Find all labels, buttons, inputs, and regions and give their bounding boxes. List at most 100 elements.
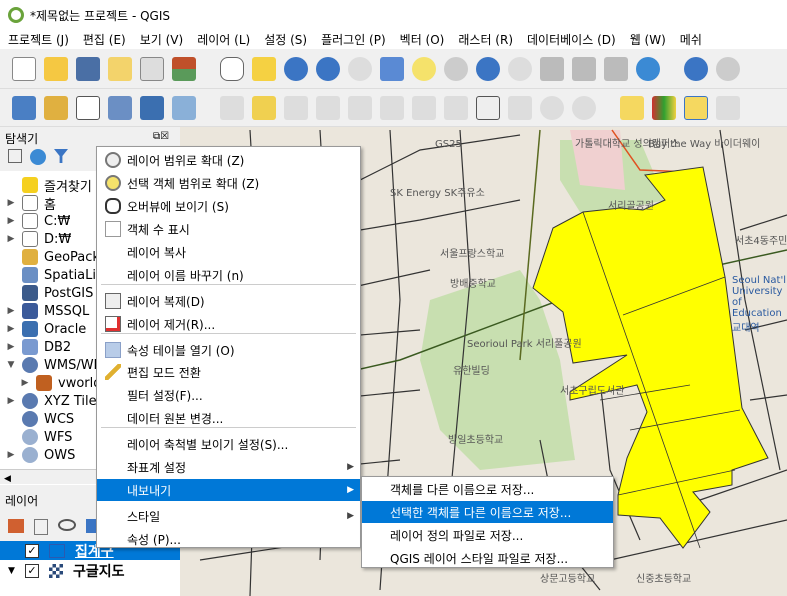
new-shapefile-layer-icon[interactable] <box>76 95 100 120</box>
layer-labeling-icon[interactable] <box>684 95 708 120</box>
context-menu-item[interactable]: 레이어 범위로 확대 (Z) <box>97 149 360 171</box>
context-menu-item[interactable]: 좌표계 설정 ▶ <box>97 456 360 478</box>
zoom-to-selection-icon[interactable] <box>412 56 436 81</box>
export-submenu-item[interactable]: QGIS 레이어 스타일 파일로 저장... <box>362 547 613 569</box>
expand-arrow-icon[interactable]: ▶ <box>4 396 18 406</box>
diagram-icon[interactable] <box>652 95 676 120</box>
expand-arrow-icon[interactable]: ▶ <box>4 216 18 226</box>
menu-database[interactable]: 데이터베이스 (D) <box>527 31 616 48</box>
expand-arrow-icon[interactable]: ▶ <box>4 342 18 352</box>
menu-icon-spacer <box>105 482 121 498</box>
layer-item[interactable]: ▼ ✓ 구글지도 <box>0 561 180 580</box>
manage-visibility-icon[interactable] <box>58 519 76 531</box>
export-submenu-item[interactable]: 레이어 정의 파일로 저장... <box>362 524 613 546</box>
refresh-icon[interactable] <box>30 149 46 165</box>
context-menu-item[interactable]: 레이어 이름 바꾸기 (n) <box>97 264 360 286</box>
open-project-icon[interactable] <box>44 56 68 81</box>
menu-vector[interactable]: 벡터 (O) <box>400 31 445 48</box>
context-menu-item[interactable]: 속성 테이블 열기 (O) <box>97 339 360 361</box>
save-project-icon[interactable] <box>76 56 100 81</box>
expand-arrow-icon[interactable]: ▼ <box>8 566 18 576</box>
menu-view[interactable]: 보기 (V) <box>140 31 183 48</box>
new-print-layout-icon[interactable] <box>108 56 132 81</box>
filter-icon[interactable] <box>54 149 68 163</box>
browser-item-label: WCS <box>44 411 75 427</box>
float-close-icons[interactable]: ⧉☒ <box>153 131 169 142</box>
new-spatialite-layer-icon[interactable] <box>108 95 132 120</box>
layer-visibility-checkbox[interactable]: ✓ <box>25 563 39 578</box>
save-edits-icon[interactable] <box>284 95 308 120</box>
context-menu-item[interactable]: 데이터 원본 변경... <box>97 407 360 429</box>
menu-layer[interactable]: 레이어 (L) <box>197 31 250 48</box>
zoom-last-icon[interactable] <box>476 56 500 81</box>
expand-arrow-icon[interactable]: ▶ <box>4 198 18 208</box>
context-menu-item[interactable]: 레이어 복사 <box>97 241 360 263</box>
menu-mesh[interactable]: 메쉬 <box>680 31 702 48</box>
delete-selected-icon[interactable] <box>412 95 436 120</box>
redo-icon[interactable] <box>572 95 596 120</box>
zoom-in-icon[interactable] <box>284 56 308 81</box>
menu-raster[interactable]: 래스터 (R) <box>458 31 513 48</box>
new-project-icon[interactable] <box>12 56 36 81</box>
context-menu-item[interactable]: 레이어 축척별 보이기 설정(S)... <box>97 433 360 455</box>
context-menu-item[interactable]: 필터 설정(F)... <box>97 384 360 406</box>
context-menu-item[interactable]: 레이어 복제(D) <box>97 290 360 312</box>
context-menu-item[interactable]: 객체 수 표시 <box>97 218 360 240</box>
modify-attributes-icon[interactable] <box>380 95 404 120</box>
zoom-next-icon[interactable] <box>508 56 532 81</box>
context-menu-item[interactable]: 내보내기 ▶ <box>97 479 360 501</box>
context-menu-item[interactable]: 스타일 ▶ <box>97 505 360 527</box>
add-group-icon[interactable] <box>34 519 48 535</box>
context-menu-item[interactable]: 레이어 제거(R)... <box>97 313 360 335</box>
menu-project[interactable]: 프로젝트 (J) <box>8 31 69 48</box>
expand-arrow-icon[interactable]: ▶ <box>4 306 18 316</box>
cut-features-icon[interactable] <box>444 95 468 120</box>
add-selected-layers-icon[interactable] <box>8 149 22 163</box>
zoom-out-icon[interactable] <box>316 56 340 81</box>
label-toolbar-icon[interactable] <box>620 95 644 120</box>
new-bookmark-icon[interactable] <box>572 56 596 81</box>
layer-styling-icon[interactable] <box>8 519 24 533</box>
export-submenu-item[interactable]: 선택한 객체를 다른 이름으로 저장... <box>362 501 613 523</box>
pan-to-selection-icon[interactable] <box>252 56 276 81</box>
current-edits-icon[interactable] <box>220 95 244 120</box>
zoom-to-layer-icon[interactable] <box>444 56 468 81</box>
vertex-tool-icon[interactable] <box>348 95 372 120</box>
layout-manager-icon[interactable] <box>140 56 164 81</box>
expand-arrow-icon[interactable]: ▶ <box>4 324 18 334</box>
menu-plugins[interactable]: 플러그인 (P) <box>321 31 386 48</box>
context-menu-item[interactable]: 속성 (P)... <box>97 528 360 550</box>
menu-web[interactable]: 웹 (W) <box>630 31 666 48</box>
zoom-full-icon[interactable] <box>380 56 404 81</box>
new-temp-layer-icon[interactable] <box>140 95 164 120</box>
style-manager-icon[interactable] <box>172 56 196 81</box>
run-action-icon[interactable] <box>716 56 740 81</box>
toggle-editing-icon[interactable] <box>252 95 276 120</box>
copy-features-icon[interactable] <box>476 95 500 120</box>
menu-edit[interactable]: 편집 (E) <box>83 31 126 48</box>
expand-arrow-icon[interactable]: ▶ <box>4 234 18 244</box>
data-source-manager-icon[interactable] <box>12 95 36 120</box>
layer-visibility-checkbox[interactable]: ✓ <box>25 543 39 558</box>
undo-icon[interactable] <box>540 95 564 120</box>
menu-item-label: 편집 모드 전환 <box>127 365 201 380</box>
export-submenu-item[interactable]: 객체를 다른 이름으로 저장... <box>362 478 613 500</box>
expand-arrow-icon[interactable]: ▶ <box>4 450 18 460</box>
pan-hand-icon[interactable] <box>220 56 244 81</box>
identify-icon[interactable] <box>684 56 708 81</box>
zoom-native-icon[interactable] <box>348 56 372 81</box>
new-virtual-layer-icon[interactable] <box>172 95 196 120</box>
pin-labels-icon[interactable] <box>716 95 740 120</box>
context-menu-item[interactable]: 편집 모드 전환 <box>97 361 360 383</box>
paste-features-icon[interactable] <box>508 95 532 120</box>
new-geopackage-layer-icon[interactable] <box>44 95 68 120</box>
refresh-icon[interactable] <box>636 56 660 81</box>
show-bookmarks-icon[interactable] <box>604 56 628 81</box>
add-feature-icon[interactable] <box>316 95 340 120</box>
expand-arrow-icon[interactable]: ▶ <box>18 378 32 388</box>
new-map-view-icon[interactable] <box>540 56 564 81</box>
context-menu-item[interactable]: 선택 객체 범위로 확대 (Z) <box>97 172 360 194</box>
expand-arrow-icon[interactable]: ▼ <box>4 360 18 370</box>
context-menu-item[interactable]: 오버뷰에 보이기 (S) <box>97 195 360 217</box>
menu-settings[interactable]: 설정 (S) <box>264 31 307 48</box>
